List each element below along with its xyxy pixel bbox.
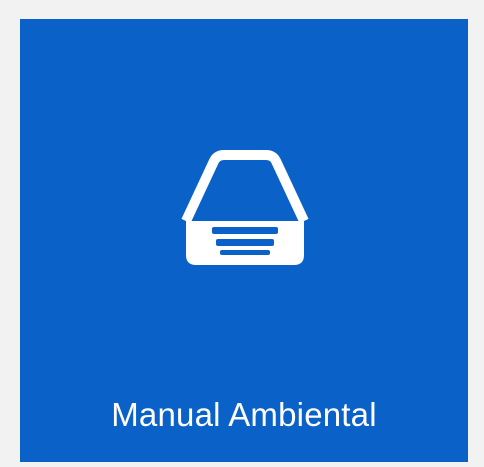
manual-ambiental-tile[interactable]: Manual Ambiental xyxy=(20,19,468,462)
inbox-tray-icon xyxy=(176,149,314,269)
tile-label: Manual Ambiental xyxy=(111,396,377,433)
